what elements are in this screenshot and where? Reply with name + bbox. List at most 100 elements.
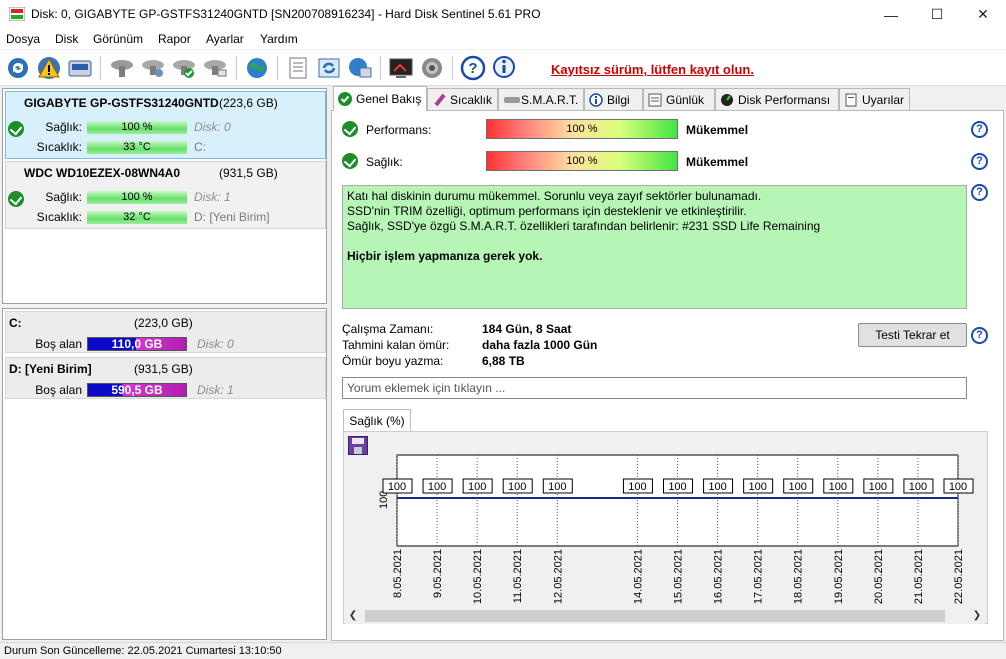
message-action: Hiçbir işlem yapmanıza gerek yok. <box>347 249 543 263</box>
maximize-button[interactable]: ☐ <box>914 0 960 29</box>
x-tick-label: 17.05.2021 <box>753 549 765 604</box>
help-icon[interactable]: ? <box>459 54 487 82</box>
disk-name: GIGABYTE GP-GSTFS31240GNTD <box>24 96 219 110</box>
volume-card-d[interactable]: D: [Yeni Birim] (931,5 GB) Boş alan 590,… <box>5 357 326 399</box>
health-status: Mükemmel <box>686 155 749 169</box>
scroll-thumb[interactable] <box>365 610 945 622</box>
smart-icon <box>503 93 520 107</box>
drive-letters: C: <box>194 140 206 154</box>
tab-label: Günlük <box>666 92 705 107</box>
retest-help-icon[interactable]: ? <box>971 327 988 344</box>
x-tick-label: 16.05.2021 <box>713 549 725 604</box>
check-icon <box>338 92 352 106</box>
performance-help-icon[interactable]: ? <box>971 121 988 138</box>
toolbar-separator <box>100 56 101 80</box>
lifetime-writes-value: 6,88 TB <box>482 354 525 368</box>
retest-button[interactable]: Testi Tekrar et <box>858 323 967 347</box>
volume-card-c[interactable]: C: (223,0 GB) Boş alan 110,0 GB Disk: 0 <box>5 311 326 353</box>
temperature-bar: 32 °C <box>87 211 187 224</box>
message-line: SSD'nin TRIM özelliği, optimum performan… <box>347 204 747 218</box>
menu-yardim[interactable]: Yardım <box>260 32 298 46</box>
volume-size: (223,0 GB) <box>134 316 193 330</box>
network-icon[interactable] <box>346 54 374 82</box>
tab-smart[interactable]: S.M.A.R.T. <box>498 88 584 110</box>
disk-card-1[interactable]: WDC WD10EZEX-08WN4A0 (931,5 GB) Sağlık: … <box>5 161 326 229</box>
chart-horizontal-scrollbar[interactable]: ❮ ❯ <box>345 608 985 624</box>
scroll-right-icon[interactable]: ❯ <box>969 608 985 624</box>
disk-index: Disk: 1 <box>194 190 231 204</box>
x-tick-label: 11.05.2021 <box>512 549 524 603</box>
scroll-left-icon[interactable]: ❮ <box>345 608 361 624</box>
menu-disk[interactable]: Disk <box>55 32 78 46</box>
data-label: 100 <box>789 481 807 493</box>
x-tick-label: 19.05.2021 <box>833 549 845 604</box>
unregistered-link[interactable]: Kayıtsız sürüm, lütfen kayıt olun. <box>551 62 754 77</box>
update-icon[interactable] <box>315 54 343 82</box>
tab-alerts[interactable]: Uyarılar <box>839 88 910 110</box>
message-help-icon[interactable]: ? <box>971 184 988 201</box>
minimize-button[interactable]: — <box>868 0 914 29</box>
disk-size: (223,6 GB) <box>219 96 278 110</box>
power-on-label: Çalışma Zamanı: <box>342 322 434 336</box>
sound-icon[interactable] <box>418 54 446 82</box>
health-bar: 100 % <box>87 191 187 204</box>
data-label: 100 <box>428 481 446 493</box>
temperature-bar: 33 °C <box>87 141 187 154</box>
tab-info[interactable]: Bilgi <box>584 88 643 110</box>
temperature-label: Sıcaklık: <box>36 140 82 154</box>
toolbar-separator <box>380 56 381 80</box>
health-ok-icon <box>342 153 358 169</box>
message-line: Katı hal diskinin durumu mükemmel. Sorun… <box>347 189 762 203</box>
tab-disk-performance[interactable]: Disk Performansı <box>715 88 839 110</box>
info-icon <box>589 92 603 107</box>
message-line: Sağlık, SSD'ye özgü S.M.A.R.T. özellikle… <box>347 219 821 233</box>
data-label: 100 <box>388 481 406 493</box>
lifetime-writes-label: Ömür boyu yazma: <box>342 354 444 368</box>
health-label: Sağlık: <box>366 155 403 169</box>
health-help-icon[interactable]: ? <box>971 153 988 170</box>
report-icon[interactable] <box>284 54 312 82</box>
globe-icon[interactable] <box>243 54 271 82</box>
x-tick-label: 18.05.2021 <box>793 549 805 604</box>
menu-ayarlar[interactable]: Ayarlar <box>206 32 244 46</box>
free-space-bar: 110,0 GB <box>87 337 187 351</box>
disk-info-icon[interactable] <box>66 54 94 82</box>
window-title: Disk: 0, GIGABYTE GP-GSTFS31240GNTD [SN2… <box>31 7 541 21</box>
tab-temperature[interactable]: Sıcaklık <box>427 88 498 110</box>
x-tick-label: 21.05.2021 <box>913 549 925 604</box>
comment-field[interactable]: Yorum eklemek için tıklayın ... <box>342 377 967 399</box>
tab-overview[interactable]: Genel Bakış <box>333 86 427 111</box>
disk-gray-icon[interactable] <box>108 54 136 82</box>
menu-gorunum[interactable]: Görünüm <box>93 32 143 46</box>
free-space-label: Boş alan <box>35 337 82 351</box>
tab-label: Uyarılar <box>862 92 905 107</box>
disk-settings-icon[interactable] <box>139 54 167 82</box>
performance-label: Performans: <box>366 123 432 137</box>
menu-dosya[interactable]: Dosya <box>6 32 40 46</box>
disk-test-icon[interactable] <box>201 54 229 82</box>
temperature-label: Sıcaklık: <box>36 210 82 224</box>
menu-rapor[interactable]: Rapor <box>158 32 191 46</box>
alerts-icon <box>844 93 858 107</box>
close-button[interactable]: ✕ <box>960 0 1006 29</box>
refresh-icon[interactable] <box>4 54 32 82</box>
status-message-box: Katı hal diskinin durumu mükemmel. Sorun… <box>342 185 967 309</box>
info-icon[interactable] <box>491 54 519 82</box>
disk-check-icon[interactable] <box>170 54 198 82</box>
chart-tab-health[interactable]: Sağlık (%) <box>343 409 411 432</box>
alert-icon[interactable] <box>35 54 63 82</box>
data-label: 100 <box>668 481 686 493</box>
tab-log[interactable]: Günlük <box>643 88 715 110</box>
disk-card-0[interactable]: GIGABYTE GP-GSTFS31240GNTD (223,6 GB) Sa… <box>5 91 326 159</box>
health-label: Sağlık: <box>45 120 82 134</box>
terminal-icon[interactable] <box>387 54 415 82</box>
power-on-value: 184 Gün, 8 Saat <box>482 322 572 336</box>
x-tick-label: 8.05.2021 <box>392 549 404 598</box>
free-space-bar: 590,5 GB <box>87 383 187 397</box>
volume-list: C: (223,0 GB) Boş alan 110,0 GB Disk: 0 … <box>2 308 327 640</box>
data-label: 100 <box>949 481 967 493</box>
performance-bar: 100 % <box>486 119 678 139</box>
free-space-label: Boş alan <box>35 383 82 397</box>
save-icon[interactable] <box>348 436 368 455</box>
x-tick-label: 20.05.2021 <box>873 549 885 604</box>
